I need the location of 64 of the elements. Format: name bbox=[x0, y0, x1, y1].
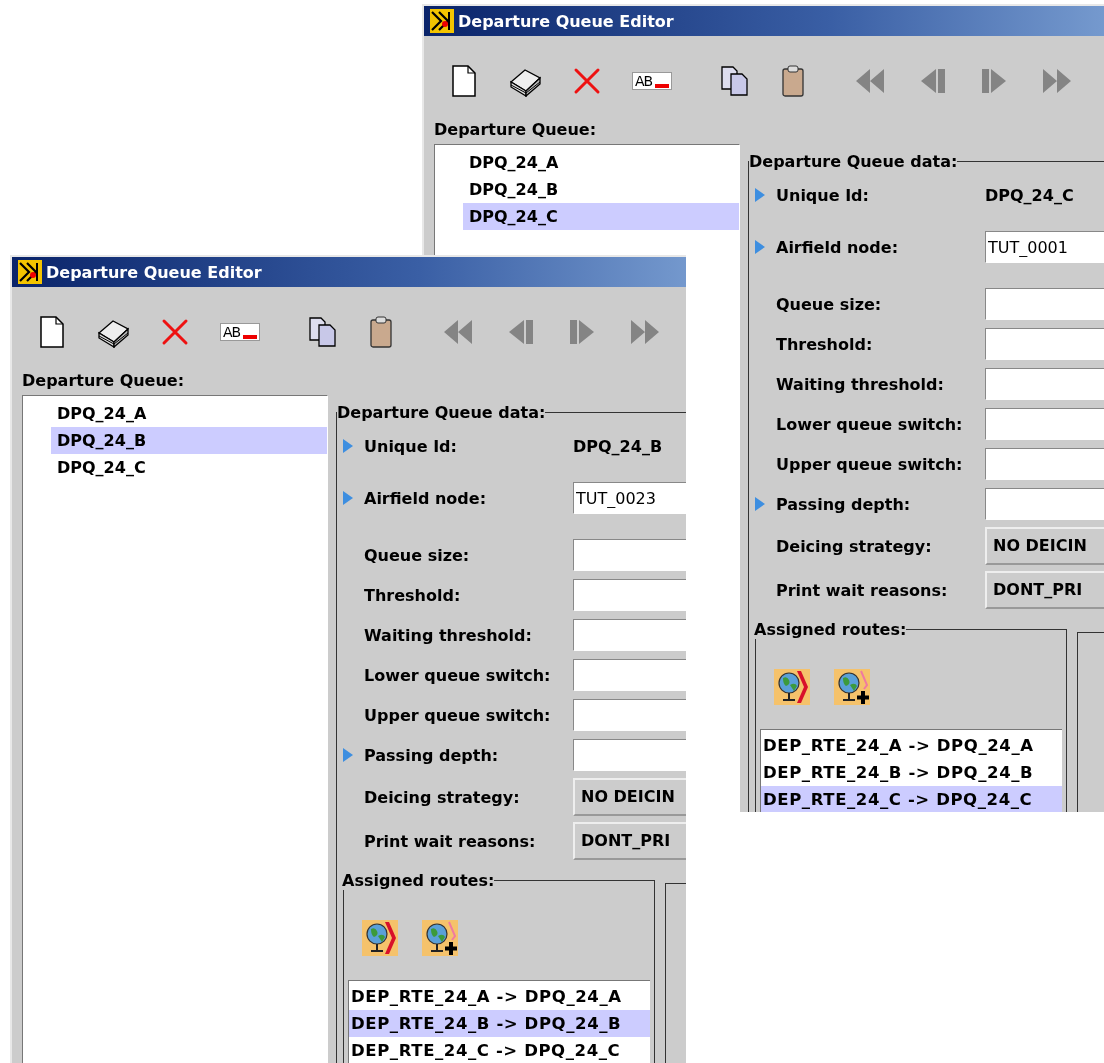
field-label: Queue size: bbox=[364, 545, 471, 565]
list-item[interactable]: DPQ_24_C bbox=[463, 203, 739, 230]
rename-button[interactable]: AB bbox=[632, 72, 673, 90]
list-item[interactable]: DEP_RTE_24_C -> DPQ_24_C bbox=[349, 1037, 650, 1063]
input-field[interactable]: TUT_0001 bbox=[985, 231, 1104, 263]
new-document-icon[interactable] bbox=[39, 316, 65, 348]
list-item[interactable]: DEP_RTE_24_C -> DPQ_24_C bbox=[761, 786, 1062, 812]
window-title: Departure Queue Editor bbox=[46, 262, 262, 282]
field-label: Waiting threshold: bbox=[364, 625, 533, 645]
input-field[interactable]: TUT_0023 bbox=[573, 482, 686, 514]
rename-button[interactable]: AB bbox=[220, 323, 261, 341]
field-value: DPQ_24_B bbox=[573, 436, 663, 456]
dropdown[interactable]: NO DEICIN bbox=[985, 527, 1104, 565]
app-logo-icon bbox=[18, 260, 42, 284]
dropdown[interactable]: DONT_PRI bbox=[573, 822, 686, 860]
field-label: Passing depth: bbox=[364, 745, 500, 765]
list-label: Departure Queue: bbox=[433, 119, 598, 141]
field-label: Print wait reasons: bbox=[364, 831, 537, 851]
list-item[interactable]: DPQ_24_B bbox=[463, 176, 739, 203]
list-item[interactable]: DPQ_24_C bbox=[51, 454, 327, 481]
app-logo-icon bbox=[430, 9, 454, 33]
list-item[interactable]: DEP_RTE_24_A -> DPQ_24_A bbox=[761, 732, 1062, 759]
list-item[interactable]: DEP_RTE_24_A -> DPQ_24_A bbox=[349, 983, 650, 1010]
field-label: Unique Id: bbox=[776, 185, 870, 205]
globe-route-icon[interactable] bbox=[362, 920, 398, 956]
globe-add-icon[interactable] bbox=[422, 920, 458, 956]
list-item[interactable]: DPQ_24_A bbox=[51, 400, 327, 427]
group-title: Assigned routes: bbox=[754, 620, 907, 639]
group-title: Assigned routes: bbox=[342, 871, 495, 890]
list-item[interactable]: DEP_RTE_24_B -> DPQ_24_B bbox=[349, 1010, 650, 1037]
clipboard-icon[interactable] bbox=[781, 64, 806, 98]
new-document-icon[interactable] bbox=[451, 65, 477, 97]
field-label: Waiting threshold: bbox=[776, 374, 945, 394]
list-label: Departure Queue: bbox=[21, 370, 186, 392]
field-label: Threshold: bbox=[364, 585, 462, 605]
field-label: Airfield node: bbox=[364, 488, 488, 508]
field-label: Threshold: bbox=[776, 334, 874, 354]
field-label: Deicing strategy: bbox=[364, 787, 521, 807]
copy-icon[interactable] bbox=[720, 65, 751, 97]
globe-add-icon[interactable] bbox=[834, 669, 870, 705]
field-label: Lower queue switch: bbox=[776, 414, 964, 434]
delete-icon[interactable] bbox=[161, 318, 189, 346]
field-label: Upper queue switch: bbox=[364, 705, 552, 725]
window-title: Departure Queue Editor bbox=[458, 11, 674, 31]
list-item[interactable]: DPQ_24_B bbox=[51, 427, 327, 454]
globe-route-icon[interactable] bbox=[774, 669, 810, 705]
field-label: Passing depth: bbox=[776, 494, 912, 514]
field-label: Upper queue switch: bbox=[776, 454, 964, 474]
field-label: Unique Id: bbox=[364, 436, 458, 456]
field-label: Queue size: bbox=[776, 294, 883, 314]
dropdown[interactable]: DONT_PRI bbox=[985, 571, 1104, 609]
field-label: Lower queue switch: bbox=[364, 665, 552, 685]
group-title: Departure Queue data: bbox=[749, 152, 958, 171]
group-title: Departure Queue data: bbox=[337, 403, 546, 422]
list-item[interactable]: DPQ_24_A bbox=[463, 149, 739, 176]
list-item[interactable]: DEP_RTE_24_B -> DPQ_24_B bbox=[761, 759, 1062, 786]
dropdown[interactable]: NO DEICIN bbox=[573, 778, 686, 816]
clipboard-icon[interactable] bbox=[369, 315, 394, 349]
field-label: Deicing strategy: bbox=[776, 536, 933, 556]
field-label: Print wait reasons: bbox=[776, 580, 949, 600]
field-label: Airfield node: bbox=[776, 237, 900, 257]
field-value: DPQ_24_C bbox=[985, 185, 1074, 205]
delete-icon[interactable] bbox=[573, 67, 601, 95]
copy-icon[interactable] bbox=[308, 316, 339, 348]
